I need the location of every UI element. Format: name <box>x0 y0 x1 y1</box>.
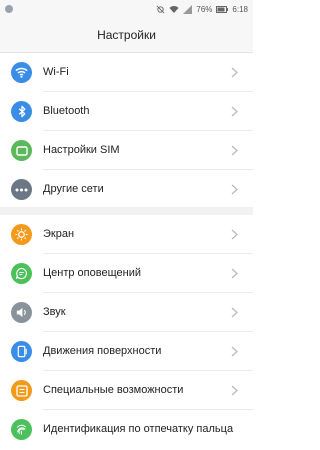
settings-item-label: Идентификация по отпечатку пальца <box>43 423 234 435</box>
settings-item-label: Bluetooth <box>43 105 90 117</box>
section-divider <box>0 207 253 215</box>
settings-item-label: Wi-Fi <box>43 66 69 78</box>
silent-icon <box>156 5 165 13</box>
chevron-right-icon <box>231 307 238 318</box>
status-bar: 76% 6:18 <box>0 0 253 19</box>
settings-item-sound[interactable]: Звук <box>0 293 253 332</box>
settings-item-other-networks[interactable]: Другие сети <box>0 170 253 209</box>
settings-item-label: Настройки SIM <box>43 144 120 156</box>
notification-icon <box>11 263 32 284</box>
settings-item-display[interactable]: Экран <box>0 215 253 254</box>
sim-icon <box>11 140 32 161</box>
settings-item-accessibility[interactable]: Специальные возможности <box>0 371 253 410</box>
chevron-right-icon <box>231 268 238 279</box>
settings-item-label: Специальные возможности <box>43 384 184 396</box>
page-title: Настройки <box>0 19 253 52</box>
fingerprint-icon <box>11 419 32 440</box>
settings-item-label: Движения поверхности <box>43 345 162 357</box>
chevron-right-icon <box>231 184 238 195</box>
wifi-status-icon <box>169 5 179 13</box>
settings-item-fingerprint[interactable]: Идентификация по отпечатку пальца <box>0 410 253 449</box>
clock: 6:18 <box>232 4 248 14</box>
battery-percent: 76% <box>196 4 213 14</box>
settings-item-label: Другие сети <box>43 183 104 195</box>
chevron-right-icon <box>231 145 238 156</box>
brightness-icon <box>11 224 32 245</box>
settings-item-sim[interactable]: Настройки SIM <box>0 131 253 170</box>
chevron-right-icon <box>231 346 238 357</box>
settings-item-bluetooth[interactable]: Bluetooth <box>0 92 253 131</box>
settings-item-wifi[interactable]: Wi-Fi <box>0 53 253 92</box>
wifi-icon <box>11 62 32 83</box>
settings-item-notification-center[interactable]: Центр оповещений <box>0 254 253 293</box>
settings-item-surface-gestures[interactable]: Движения поверхности <box>0 332 253 371</box>
accessibility-icon <box>11 380 32 401</box>
bluetooth-icon <box>11 101 32 122</box>
chevron-right-icon <box>231 385 238 396</box>
battery-icon <box>216 5 229 13</box>
sound-icon <box>11 302 32 323</box>
gesture-icon <box>11 341 32 362</box>
settings-item-label: Экран <box>43 228 75 240</box>
chevron-right-icon <box>231 67 238 78</box>
more-icon <box>11 179 32 200</box>
chevron-right-icon <box>231 106 238 117</box>
settings-item-label: Центр оповещений <box>43 267 141 279</box>
notification-dot-icon <box>5 5 13 13</box>
signal-icon <box>183 4 193 14</box>
settings-item-label: Звук <box>43 306 66 318</box>
chevron-right-icon <box>231 229 238 240</box>
